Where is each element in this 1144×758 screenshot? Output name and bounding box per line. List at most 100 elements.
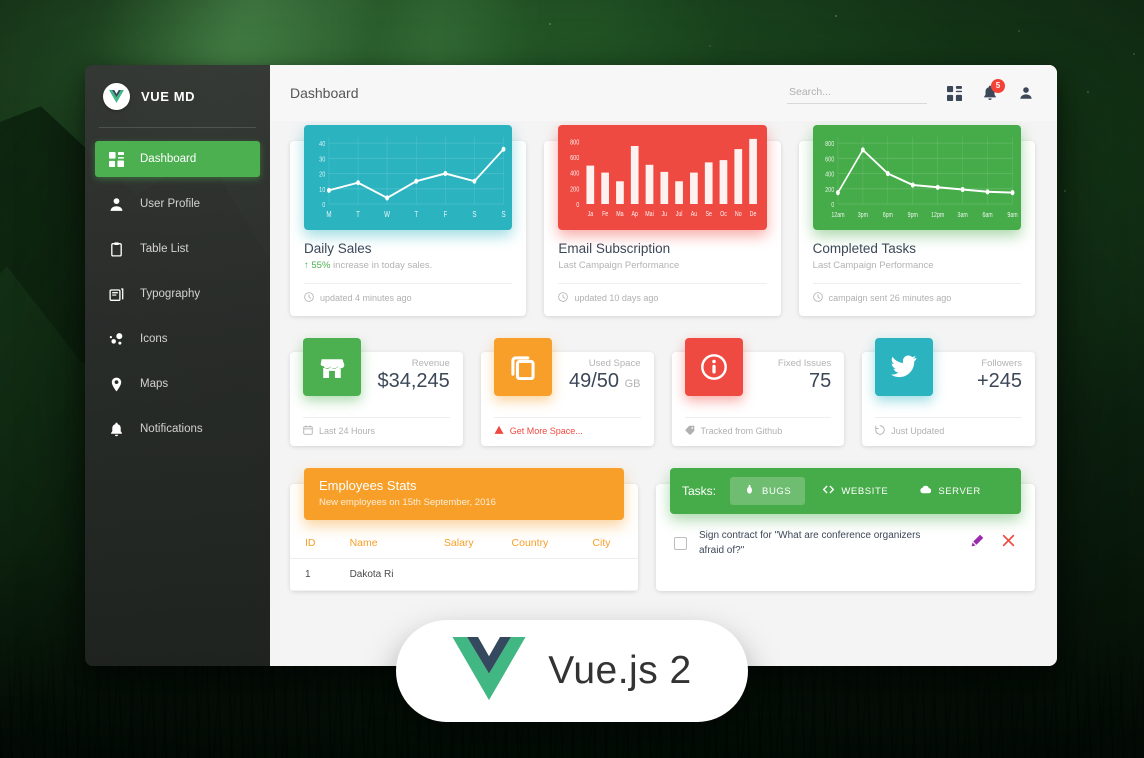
task-item: Sign contract for "What are conference o… bbox=[656, 514, 1035, 570]
card-body: Daily Sales ↑ 55% increase in today sales… bbox=[290, 230, 526, 271]
task-text: Sign contract for "What are conference o… bbox=[699, 528, 929, 558]
stat-card: Used Space 49/50 GB Get More Space... bbox=[481, 352, 654, 446]
stat-footer[interactable]: Get More Space... bbox=[494, 417, 641, 446]
card-footer: updated 4 minutes ago bbox=[304, 283, 512, 314]
stat-card-row: Revenue $34,245 Last 24 Hours Used Space 49/… bbox=[290, 338, 1035, 446]
stat-text: Used Space 49/50 GB bbox=[569, 352, 641, 393]
person-icon[interactable] bbox=[1017, 84, 1035, 102]
svg-text:12am: 12am bbox=[831, 211, 844, 219]
sidebar-item-label: Maps bbox=[140, 378, 168, 390]
svg-text:Ja: Ja bbox=[588, 210, 594, 218]
tab-bugs[interactable]: BUGS bbox=[730, 477, 805, 505]
bubbles-icon bbox=[108, 331, 125, 348]
card-footer: updated 10 days ago bbox=[558, 283, 766, 314]
card-footer-text: updated 10 days ago bbox=[574, 293, 658, 303]
stat-footer-text: Tracked from Github bbox=[701, 426, 783, 436]
svg-text:Ap: Ap bbox=[632, 210, 639, 218]
chart-plot-area: 0 200 400 600 800 Ja Fe Ma Ap Mai Ju Jul Au Se Oc No De bbox=[558, 125, 766, 230]
dashboard-grid-icon bbox=[108, 151, 125, 168]
code-icon bbox=[823, 484, 834, 498]
stat-value-row: 49/50 GB bbox=[569, 370, 641, 393]
notifications-button[interactable]: 5 bbox=[981, 84, 999, 102]
svg-text:3am: 3am bbox=[957, 211, 967, 219]
sidebar-item-typography[interactable]: Typography bbox=[95, 276, 260, 312]
stat-label: Revenue bbox=[377, 358, 449, 369]
svg-text:0: 0 bbox=[322, 201, 325, 209]
stat-footer-text: Get More Space... bbox=[510, 426, 583, 436]
warning-icon bbox=[494, 425, 504, 437]
svg-text:Mai: Mai bbox=[646, 210, 654, 218]
map-pin-icon bbox=[108, 376, 125, 393]
tasks-label: Tasks: bbox=[682, 484, 716, 498]
copy-icon bbox=[494, 338, 552, 396]
tasks-header: Tasks: BUGS WEBSITE SERVER bbox=[670, 468, 1021, 514]
tab-label: WEBSITE bbox=[841, 486, 888, 497]
svg-text:T: T bbox=[356, 209, 360, 219]
svg-text:M: M bbox=[326, 209, 331, 219]
trend-up-indicator: ↑ 55% bbox=[304, 260, 330, 271]
sidebar-item-icons[interactable]: Icons bbox=[95, 321, 260, 357]
svg-text:0: 0 bbox=[831, 201, 834, 209]
employees-subtitle: New employees on 15th September, 2016 bbox=[319, 497, 609, 508]
svg-text:400: 400 bbox=[825, 171, 834, 179]
table-column-header: Name bbox=[350, 533, 444, 559]
vue-badge-text: Vue.js 2 bbox=[548, 649, 691, 693]
stat-label: Fixed Issues bbox=[778, 358, 831, 369]
table-column-header: Salary bbox=[444, 533, 512, 559]
stat-top: Fixed Issues 75 bbox=[672, 352, 845, 408]
vuejs-badge: Vue.js 2 bbox=[396, 620, 748, 722]
sidebar-item-notifications[interactable]: Notifications bbox=[95, 411, 260, 447]
sidebar-item-label: Notifications bbox=[140, 423, 203, 435]
sidebar-item-dashboard[interactable]: Dashboard bbox=[95, 141, 260, 177]
sidebar-item-label: Typography bbox=[140, 288, 200, 300]
svg-text:S: S bbox=[501, 209, 505, 219]
stat-top: Revenue $34,245 bbox=[290, 352, 463, 408]
search-field[interactable] bbox=[787, 82, 927, 104]
pencil-icon[interactable] bbox=[971, 534, 984, 552]
table-cell-city bbox=[592, 559, 638, 591]
tab-website[interactable]: WEBSITE bbox=[809, 477, 902, 505]
person-icon bbox=[108, 196, 125, 213]
sidebar-item-table-list[interactable]: Table List bbox=[95, 231, 260, 267]
svg-text:400: 400 bbox=[570, 170, 579, 178]
card-footer-text: campaign sent 26 minutes ago bbox=[829, 293, 952, 303]
task-checkbox[interactable] bbox=[674, 537, 687, 550]
sidebar-divider bbox=[99, 127, 256, 128]
sidebar-item-maps[interactable]: Maps bbox=[95, 366, 260, 402]
stat-card: Fixed Issues 75 Tracked from Github bbox=[672, 352, 845, 446]
card-title: Daily Sales bbox=[304, 241, 512, 256]
tasks-card: Tasks: BUGS WEBSITE SERVER Sign contract f… bbox=[656, 484, 1035, 591]
cloud-icon bbox=[920, 484, 931, 498]
svg-text:40: 40 bbox=[319, 140, 325, 148]
stat-footer-text: Last 24 Hours bbox=[319, 426, 375, 436]
stat-label: Followers bbox=[977, 358, 1022, 369]
brand-name: VUE MD bbox=[141, 89, 195, 104]
sidebar-item-user-profile[interactable]: User Profile bbox=[95, 186, 260, 222]
table-column-header: ID bbox=[290, 533, 350, 559]
stat-value: +245 bbox=[977, 370, 1022, 392]
employees-table: ID Name Salary Country City 1 Dakota Ri bbox=[290, 533, 638, 591]
svg-text:De: De bbox=[750, 210, 757, 218]
svg-text:9pm: 9pm bbox=[907, 211, 917, 219]
close-icon[interactable] bbox=[1002, 534, 1015, 552]
bug-icon bbox=[744, 484, 755, 498]
search-input[interactable] bbox=[787, 83, 927, 104]
app-window: VUE MD Dashboard User Profile Table List Ty… bbox=[85, 65, 1057, 666]
tag-icon bbox=[685, 425, 695, 437]
svg-text:200: 200 bbox=[825, 186, 834, 194]
sidebar-item-label: Dashboard bbox=[140, 153, 196, 165]
svg-text:6am: 6am bbox=[982, 211, 992, 219]
dashboard-grid-icon[interactable] bbox=[945, 84, 963, 102]
employees-header: Employees Stats New employees on 15th Se… bbox=[304, 468, 624, 520]
sidebar-item-label: User Profile bbox=[140, 198, 200, 210]
card-subtitle: Last Campaign Performance bbox=[558, 260, 766, 271]
chart-plot-area: 0 200 400 600 800 12am 3pm 6pm 9pm 12pm 3am 6am 9am bbox=[813, 125, 1021, 230]
svg-text:Ma: Ma bbox=[617, 210, 625, 218]
tab-server[interactable]: SERVER bbox=[906, 477, 995, 505]
stat-unit: GB bbox=[625, 378, 641, 390]
svg-text:Ju: Ju bbox=[662, 210, 668, 218]
brand[interactable]: VUE MD bbox=[85, 65, 270, 127]
svg-text:9am: 9am bbox=[1007, 211, 1017, 219]
topbar-actions: 5 bbox=[787, 82, 1035, 104]
svg-text:Se: Se bbox=[706, 210, 713, 218]
